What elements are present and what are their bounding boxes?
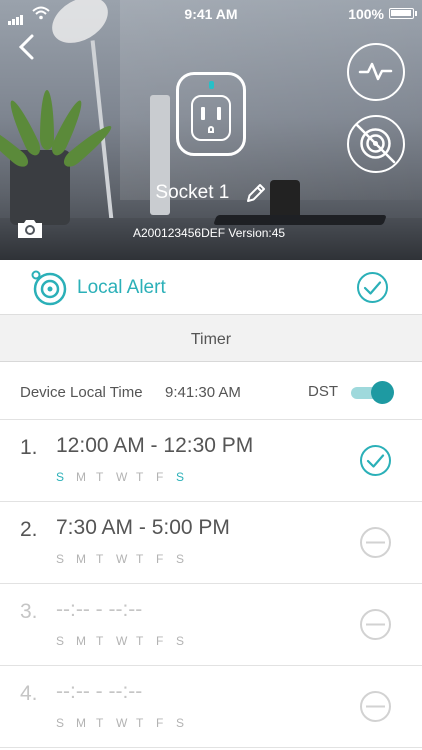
check-circle-icon[interactable] xyxy=(359,444,392,477)
weekday-label: T xyxy=(136,634,144,648)
weekday-label: S xyxy=(176,716,185,730)
activity-button[interactable] xyxy=(347,43,405,101)
device-id-version: A200123456DEF Version:45 xyxy=(133,226,286,240)
back-button[interactable] xyxy=(14,32,40,62)
timer-section-header: Timer xyxy=(0,314,422,362)
pencil-icon[interactable] xyxy=(245,182,267,204)
no-signal-icon xyxy=(355,123,396,164)
weekday-label: S xyxy=(56,634,65,648)
timer-row[interactable]: 4. --:-- - --:-- S M T W T F S xyxy=(0,666,422,748)
remote-control-off-button[interactable] xyxy=(347,115,405,173)
pulse-icon xyxy=(358,62,393,81)
weekday-label: W xyxy=(116,470,128,484)
weekday-label: W xyxy=(116,552,128,566)
check-circle-icon[interactable] xyxy=(356,271,389,304)
weekday-label: M xyxy=(76,470,86,484)
weekday-label: T xyxy=(136,470,144,484)
weekday-label: T xyxy=(136,716,144,730)
local-time-value: 9:41:30 AM xyxy=(165,384,241,401)
timer-time-range: 7:30 AM - 5:00 PM xyxy=(56,516,230,539)
weekday-label: S xyxy=(56,552,65,566)
timer-row[interactable]: 3. --:-- - --:-- S M T W T F S xyxy=(0,584,422,666)
weekday-label: F xyxy=(156,634,164,648)
weekday-label: W xyxy=(116,634,128,648)
minus-circle-icon[interactable] xyxy=(359,608,392,641)
background-plant-leaf xyxy=(40,90,54,150)
weekday-label: T xyxy=(96,634,104,648)
tab-timer: Timer xyxy=(190,331,232,348)
timer-time-range: 12:00 AM - 12:30 PM xyxy=(56,434,254,457)
weekday-label: F xyxy=(156,552,164,566)
weekday-label: S xyxy=(176,552,185,566)
weekday-label: M xyxy=(76,552,86,566)
weekday-label: S xyxy=(56,470,65,484)
weekday-label: T xyxy=(136,552,144,566)
weekday-label: F xyxy=(156,470,164,484)
device-local-time-row: Device Local Time 9:41:30 AM DST xyxy=(0,362,422,420)
device-name-row: Socket 1 xyxy=(0,182,422,204)
status-led xyxy=(209,81,214,89)
timer-weekdays: SMTWTFS xyxy=(56,716,196,730)
timer-weekdays: SMTWTFS xyxy=(56,552,196,566)
alert-icon xyxy=(31,270,67,306)
weekday-label: T xyxy=(96,552,104,566)
timer-index: 1. xyxy=(20,436,38,459)
weekday-label: S xyxy=(176,634,185,648)
minus-circle-icon[interactable] xyxy=(359,690,392,723)
weekday-label: M xyxy=(76,634,86,648)
timer-row[interactable]: 2. 7:30 AM - 5:00 PM S M T W T F S xyxy=(0,502,422,584)
device-header: 9:41 AM 100% Socket 1 A200123456DEF Vers… xyxy=(0,0,422,260)
timer-row[interactable]: 1. 12:00 AM - 12:30 PM S M T W T F S xyxy=(0,420,422,502)
weekday-label: F xyxy=(156,716,164,730)
timer-weekdays: SMTWTFS xyxy=(56,634,196,648)
weekday-label: M xyxy=(76,716,86,730)
timer-index: 3. xyxy=(20,600,38,623)
dst-label: DST xyxy=(308,383,338,400)
timer-time-range: --:-- - --:-- xyxy=(56,598,143,621)
battery-percent: 100% xyxy=(348,6,384,22)
local-alert-row[interactable]: Local Alert xyxy=(0,260,422,314)
weekday-label: T xyxy=(96,470,104,484)
timer-index: 2. xyxy=(20,518,38,541)
weekday-label: T xyxy=(96,716,104,730)
dst-toggle[interactable] xyxy=(351,381,394,404)
timer-index: 4. xyxy=(20,682,38,705)
battery-icon xyxy=(389,8,417,19)
minus-circle-icon[interactable] xyxy=(359,526,392,559)
timer-weekdays: SMTWTFS xyxy=(56,470,196,484)
weekday-label: W xyxy=(116,716,128,730)
device-name: Socket 1 xyxy=(155,182,230,204)
local-time-label: Device Local Time xyxy=(20,384,143,401)
weekday-label: S xyxy=(56,716,65,730)
camera-icon[interactable] xyxy=(16,218,44,240)
background-laptop xyxy=(213,215,387,225)
weekday-label: S xyxy=(176,470,185,484)
smart-plug-icon xyxy=(176,72,246,156)
local-alert-label: Local Alert xyxy=(77,277,166,298)
status-bar: 9:41 AM 100% xyxy=(0,0,422,26)
timer-time-range: --:-- - --:-- xyxy=(56,680,143,703)
